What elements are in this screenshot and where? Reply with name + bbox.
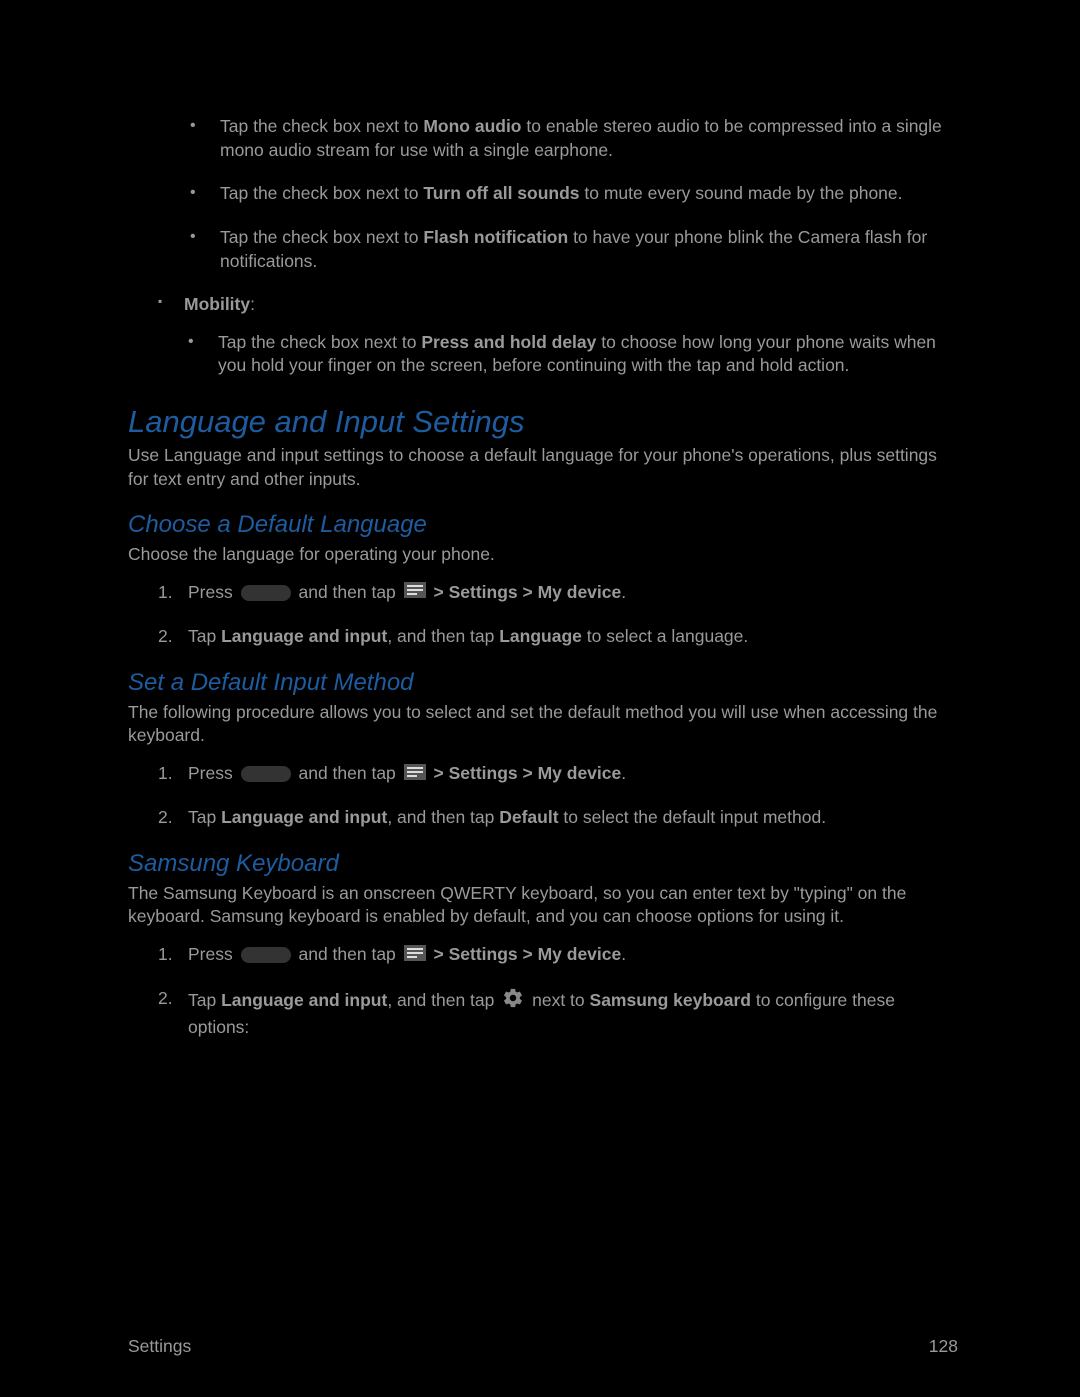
text: , and then tap xyxy=(387,626,499,646)
text: Press xyxy=(188,944,233,964)
list-item: Tap the check box next to Mono audio to … xyxy=(190,115,958,162)
menu-icon xyxy=(404,944,426,968)
bold-text: Language and input xyxy=(221,626,387,646)
step-item: 1. Press and then tap > Settings > My de… xyxy=(158,943,958,967)
bold-text: Language xyxy=(499,626,582,646)
path-text: > Settings > My device xyxy=(434,763,622,783)
section-desc: Choose the language for operating your p… xyxy=(128,543,958,567)
path-text: > Settings > My device xyxy=(434,944,622,964)
text: Press xyxy=(188,582,233,602)
text: Tap xyxy=(188,807,221,827)
bold-text: Turn off all sounds xyxy=(423,183,579,203)
home-key-icon xyxy=(241,947,291,963)
text: next to xyxy=(532,990,589,1010)
step-number: 2. xyxy=(158,987,173,1011)
text: Tap the check box next to xyxy=(220,116,423,136)
text: , and then tap xyxy=(387,990,499,1010)
bold-text: Flash notification xyxy=(423,227,568,247)
text: Tap xyxy=(188,990,221,1010)
step-item: 2. Tap Language and input, and then tap … xyxy=(158,806,958,830)
text: to select a language. xyxy=(582,626,748,646)
mobility-section: Mobility: Tap the check box next to Pres… xyxy=(158,293,958,378)
heading-default-input: Set a Default Input Method xyxy=(128,669,958,697)
page-number: 128 xyxy=(929,1336,958,1357)
accessibility-bullets: Tap the check box next to Mono audio to … xyxy=(190,115,958,273)
text: . xyxy=(621,944,626,964)
list-item: Tap the check box next to Press and hold… xyxy=(188,331,958,378)
section-desc: The following procedure allows you to se… xyxy=(128,701,958,748)
step-item: 2. Tap Language and input, and then tap … xyxy=(158,625,958,649)
page-footer: Settings 128 xyxy=(128,1336,958,1357)
step-item: 2. Tap Language and input, and then tap … xyxy=(158,987,958,1039)
menu-icon xyxy=(404,763,426,787)
bold-text: Samsung keyboard xyxy=(590,990,751,1010)
home-key-icon xyxy=(241,585,291,601)
home-key-icon xyxy=(241,766,291,782)
heading-language-input: Language and Input Settings xyxy=(128,404,958,440)
footer-section: Settings xyxy=(128,1336,191,1357)
text: Tap the check box next to xyxy=(218,332,421,352)
step-number: 1. xyxy=(158,762,173,786)
mobility-bullets: Tap the check box next to Press and hold… xyxy=(188,331,958,378)
document-page: Tap the check box next to Mono audio to … xyxy=(0,0,1080,1397)
text: Press xyxy=(188,763,233,783)
text: . xyxy=(621,763,626,783)
section-desc: The Samsung Keyboard is an onscreen QWER… xyxy=(128,882,958,929)
bold-text: Mono audio xyxy=(423,116,521,136)
step-item: 1. Press and then tap > Settings > My de… xyxy=(158,762,958,786)
step-number: 1. xyxy=(158,581,173,605)
list-item: Mobility: Tap the check box next to Pres… xyxy=(158,293,958,378)
mobility-label: Mobility xyxy=(184,294,250,314)
heading-choose-language: Choose a Default Language xyxy=(128,511,958,539)
heading-desc: Use Language and input settings to choos… xyxy=(128,444,958,491)
step-number: 2. xyxy=(158,806,173,830)
text: Tap xyxy=(188,626,221,646)
step-item: 1. Press and then tap > Settings > My de… xyxy=(158,581,958,605)
default-input-steps: 1. Press and then tap > Settings > My de… xyxy=(158,762,958,830)
text: and then tap xyxy=(298,763,400,783)
samsung-keyboard-steps: 1. Press and then tap > Settings > My de… xyxy=(158,943,958,1039)
text: to select the default input method. xyxy=(559,807,827,827)
menu-icon xyxy=(404,581,426,605)
text: Tap the check box next to xyxy=(220,227,423,247)
text: , and then tap xyxy=(387,807,499,827)
path-text: > Settings > My device xyxy=(434,582,622,602)
gear-icon xyxy=(502,987,524,1016)
text: and then tap xyxy=(298,582,400,602)
heading-samsung-keyboard: Samsung Keyboard xyxy=(128,850,958,878)
step-number: 1. xyxy=(158,943,173,967)
bold-text: Default xyxy=(499,807,558,827)
choose-language-steps: 1. Press and then tap > Settings > My de… xyxy=(158,581,958,649)
list-item: Tap the check box next to Flash notifica… xyxy=(190,226,958,273)
text: Tap the check box next to xyxy=(220,183,423,203)
text: . xyxy=(621,582,626,602)
bold-text: Language and input xyxy=(221,807,387,827)
text: to mute every sound made by the phone. xyxy=(580,183,903,203)
list-item: Tap the check box next to Turn off all s… xyxy=(190,182,958,206)
bold-text: Press and hold delay xyxy=(421,332,596,352)
text: and then tap xyxy=(298,944,400,964)
bold-text: Language and input xyxy=(221,990,387,1010)
step-number: 2. xyxy=(158,625,173,649)
